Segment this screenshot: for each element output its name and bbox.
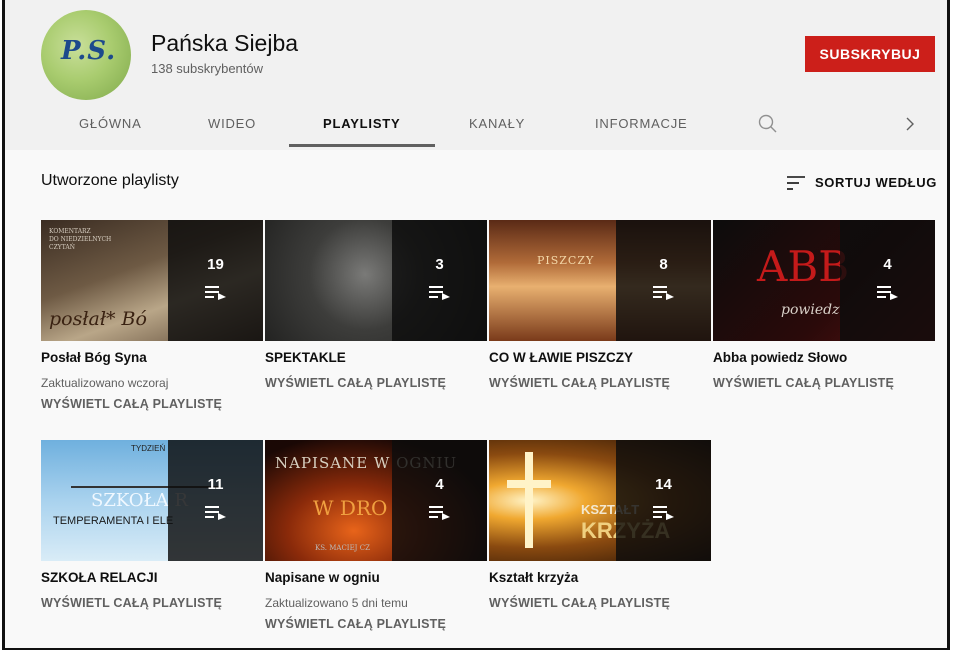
view-full-playlist-link[interactable]: WYŚWIETL CAŁĄ PLAYLISTĘ <box>489 596 711 610</box>
playlist-card[interactable]: PISZCZY 8 CO W ŁAWIE PISZCZY WYŚWIETL CA… <box>489 220 711 390</box>
playlist-title[interactable]: Abba powiedz Słowo <box>713 350 935 365</box>
sort-icon[interactable] <box>785 174 807 192</box>
playlist-title[interactable]: SZKOŁA RELACJI <box>41 570 263 585</box>
playlist-card[interactable]: KSZTAŁT KRZYŻA 14 Kształt krzyża WYŚWIET… <box>489 440 711 610</box>
view-full-playlist-link[interactable]: WYŚWIETL CAŁĄ PLAYLISTĘ <box>41 397 263 411</box>
section-title: Utworzone playlisty <box>41 172 179 189</box>
video-count: 14 <box>655 476 672 493</box>
playlist-thumbnail[interactable]: ABB powiedz 4 <box>713 220 935 341</box>
channel-name: Pańska Siejba <box>151 30 299 56</box>
chevron-right-icon[interactable] <box>901 114 919 134</box>
playlist-play-icon <box>205 286 226 300</box>
playlist-play-icon <box>429 286 450 300</box>
playlist-count-overlay: 19 <box>168 220 263 341</box>
thumb-caption: PISZCZY <box>537 254 595 267</box>
cross-icon <box>507 480 551 488</box>
thumb-caption: KS. MACIEJ CZ <box>315 544 370 552</box>
playlist-thumbnail[interactable]: KOMENTARZ DO NIEDZIELNYCH CZYTAŃ posłał*… <box>41 220 263 341</box>
playlist-play-icon <box>653 286 674 300</box>
channel-tabs: GŁÓWNA WIDEO PLAYLISTY KANAŁY INFORMACJE <box>5 104 947 150</box>
subscribe-button[interactable]: SUBSKRYBUJ <box>805 36 935 72</box>
playlist-thumbnail[interactable]: KSZTAŁT KRZYŻA 14 <box>489 440 711 561</box>
thumb-caption: TYDZIEŃ <box>131 444 166 453</box>
thumb-caption: DO NIEDZIELNYCH <box>49 236 112 243</box>
tab-videos[interactable]: WIDEO <box>208 116 256 131</box>
view-full-playlist-link[interactable]: WYŚWIETL CAŁĄ PLAYLISTĘ <box>265 376 487 390</box>
playlist-play-icon <box>205 506 226 520</box>
video-count: 11 <box>207 476 224 493</box>
playlist-card[interactable]: KOMENTARZ DO NIEDZIELNYCH CZYTAŃ posłał*… <box>41 220 263 411</box>
view-full-playlist-link[interactable]: WYŚWIETL CAŁĄ PLAYLISTĘ <box>265 617 487 631</box>
video-count: 4 <box>883 256 892 273</box>
sort-button[interactable]: SORTUJ WEDŁUG <box>815 175 937 190</box>
active-tab-indicator <box>289 144 435 147</box>
playlist-title[interactable]: Kształt krzyża <box>489 570 711 585</box>
playlist-play-icon <box>877 286 898 300</box>
playlist-title[interactable]: CO W ŁAWIE PISZCZY <box>489 350 711 365</box>
playlist-card[interactable]: 3 SPEKTAKLE WYŚWIETL CAŁĄ PLAYLISTĘ <box>265 220 487 390</box>
playlist-count-overlay: 4 <box>392 440 487 561</box>
avatar[interactable]: P.S. <box>41 10 131 100</box>
view-full-playlist-link[interactable]: WYŚWIETL CAŁĄ PLAYLISTĘ <box>489 376 711 390</box>
thumb-caption: powiedz <box>781 302 840 318</box>
playlist-count-overlay: 14 <box>616 440 711 561</box>
view-full-playlist-link[interactable]: WYŚWIETL CAŁĄ PLAYLISTĘ <box>713 376 935 390</box>
thumb-caption: KOMENTARZ <box>49 228 91 235</box>
tab-channels[interactable]: KANAŁY <box>469 116 525 131</box>
cross-icon <box>525 452 533 548</box>
playlist-card[interactable]: NAPISANE W OGNIU W DRO KS. MACIEJ CZ 4 N… <box>265 440 487 631</box>
avatar-logo-text: P.S. <box>61 36 117 66</box>
thumb-caption: CZYTAŃ <box>49 244 75 251</box>
thumb-caption: TEMPERAMENTA I ELE <box>53 515 174 527</box>
thumb-caption: W DRO <box>313 496 388 520</box>
search-icon[interactable] <box>757 113 779 135</box>
video-count: 19 <box>207 256 224 273</box>
playlist-count-overlay: 3 <box>392 220 487 341</box>
playlist-card[interactable]: TYDZIEŃ SZKOŁA R TEMPERAMENTA I ELE 11 S… <box>41 440 263 610</box>
thumb-caption: posłał* Bó <box>49 308 147 330</box>
playlist-count-overlay: 4 <box>840 220 935 341</box>
playlist-thumbnail[interactable]: TYDZIEŃ SZKOŁA R TEMPERAMENTA I ELE 11 <box>41 440 263 561</box>
playlist-updated: Zaktualizowano wczoraj <box>41 376 169 390</box>
playlist-title[interactable]: SPEKTAKLE <box>265 350 487 365</box>
tab-playlists[interactable]: PLAYLISTY <box>323 116 401 131</box>
playlist-updated: Zaktualizowano 5 dni temu <box>265 596 408 610</box>
video-count: 3 <box>435 256 444 273</box>
playlist-thumbnail[interactable]: PISZCZY 8 <box>489 220 711 341</box>
video-count: 4 <box>435 476 444 493</box>
tab-about[interactable]: INFORMACJE <box>595 116 688 131</box>
playlist-card[interactable]: ABB powiedz 4 Abba powiedz Słowo WYŚWIET… <box>713 220 935 390</box>
playlist-title[interactable]: Napisane w ogniu <box>265 570 487 585</box>
playlist-count-overlay: 8 <box>616 220 711 341</box>
tab-home[interactable]: GŁÓWNA <box>79 116 142 131</box>
playlist-play-icon <box>429 506 450 520</box>
channel-header: P.S. Pańska Siejba 138 subskrybentów SUB… <box>5 0 947 150</box>
subscriber-count: 138 subskrybentów <box>151 61 264 76</box>
view-full-playlist-link[interactable]: WYŚWIETL CAŁĄ PLAYLISTĘ <box>41 596 263 610</box>
playlist-title[interactable]: Posłał Bóg Syna <box>41 350 263 365</box>
video-count: 8 <box>659 256 668 273</box>
thumb-caption: ABB <box>757 242 850 291</box>
playlist-thumbnail[interactable]: NAPISANE W OGNIU W DRO KS. MACIEJ CZ 4 <box>265 440 487 561</box>
playlist-play-icon <box>653 506 674 520</box>
channel-page: P.S. Pańska Siejba 138 subskrybentów SUB… <box>2 0 950 650</box>
playlist-thumbnail[interactable]: 3 <box>265 220 487 341</box>
playlist-count-overlay: 11 <box>168 440 263 561</box>
